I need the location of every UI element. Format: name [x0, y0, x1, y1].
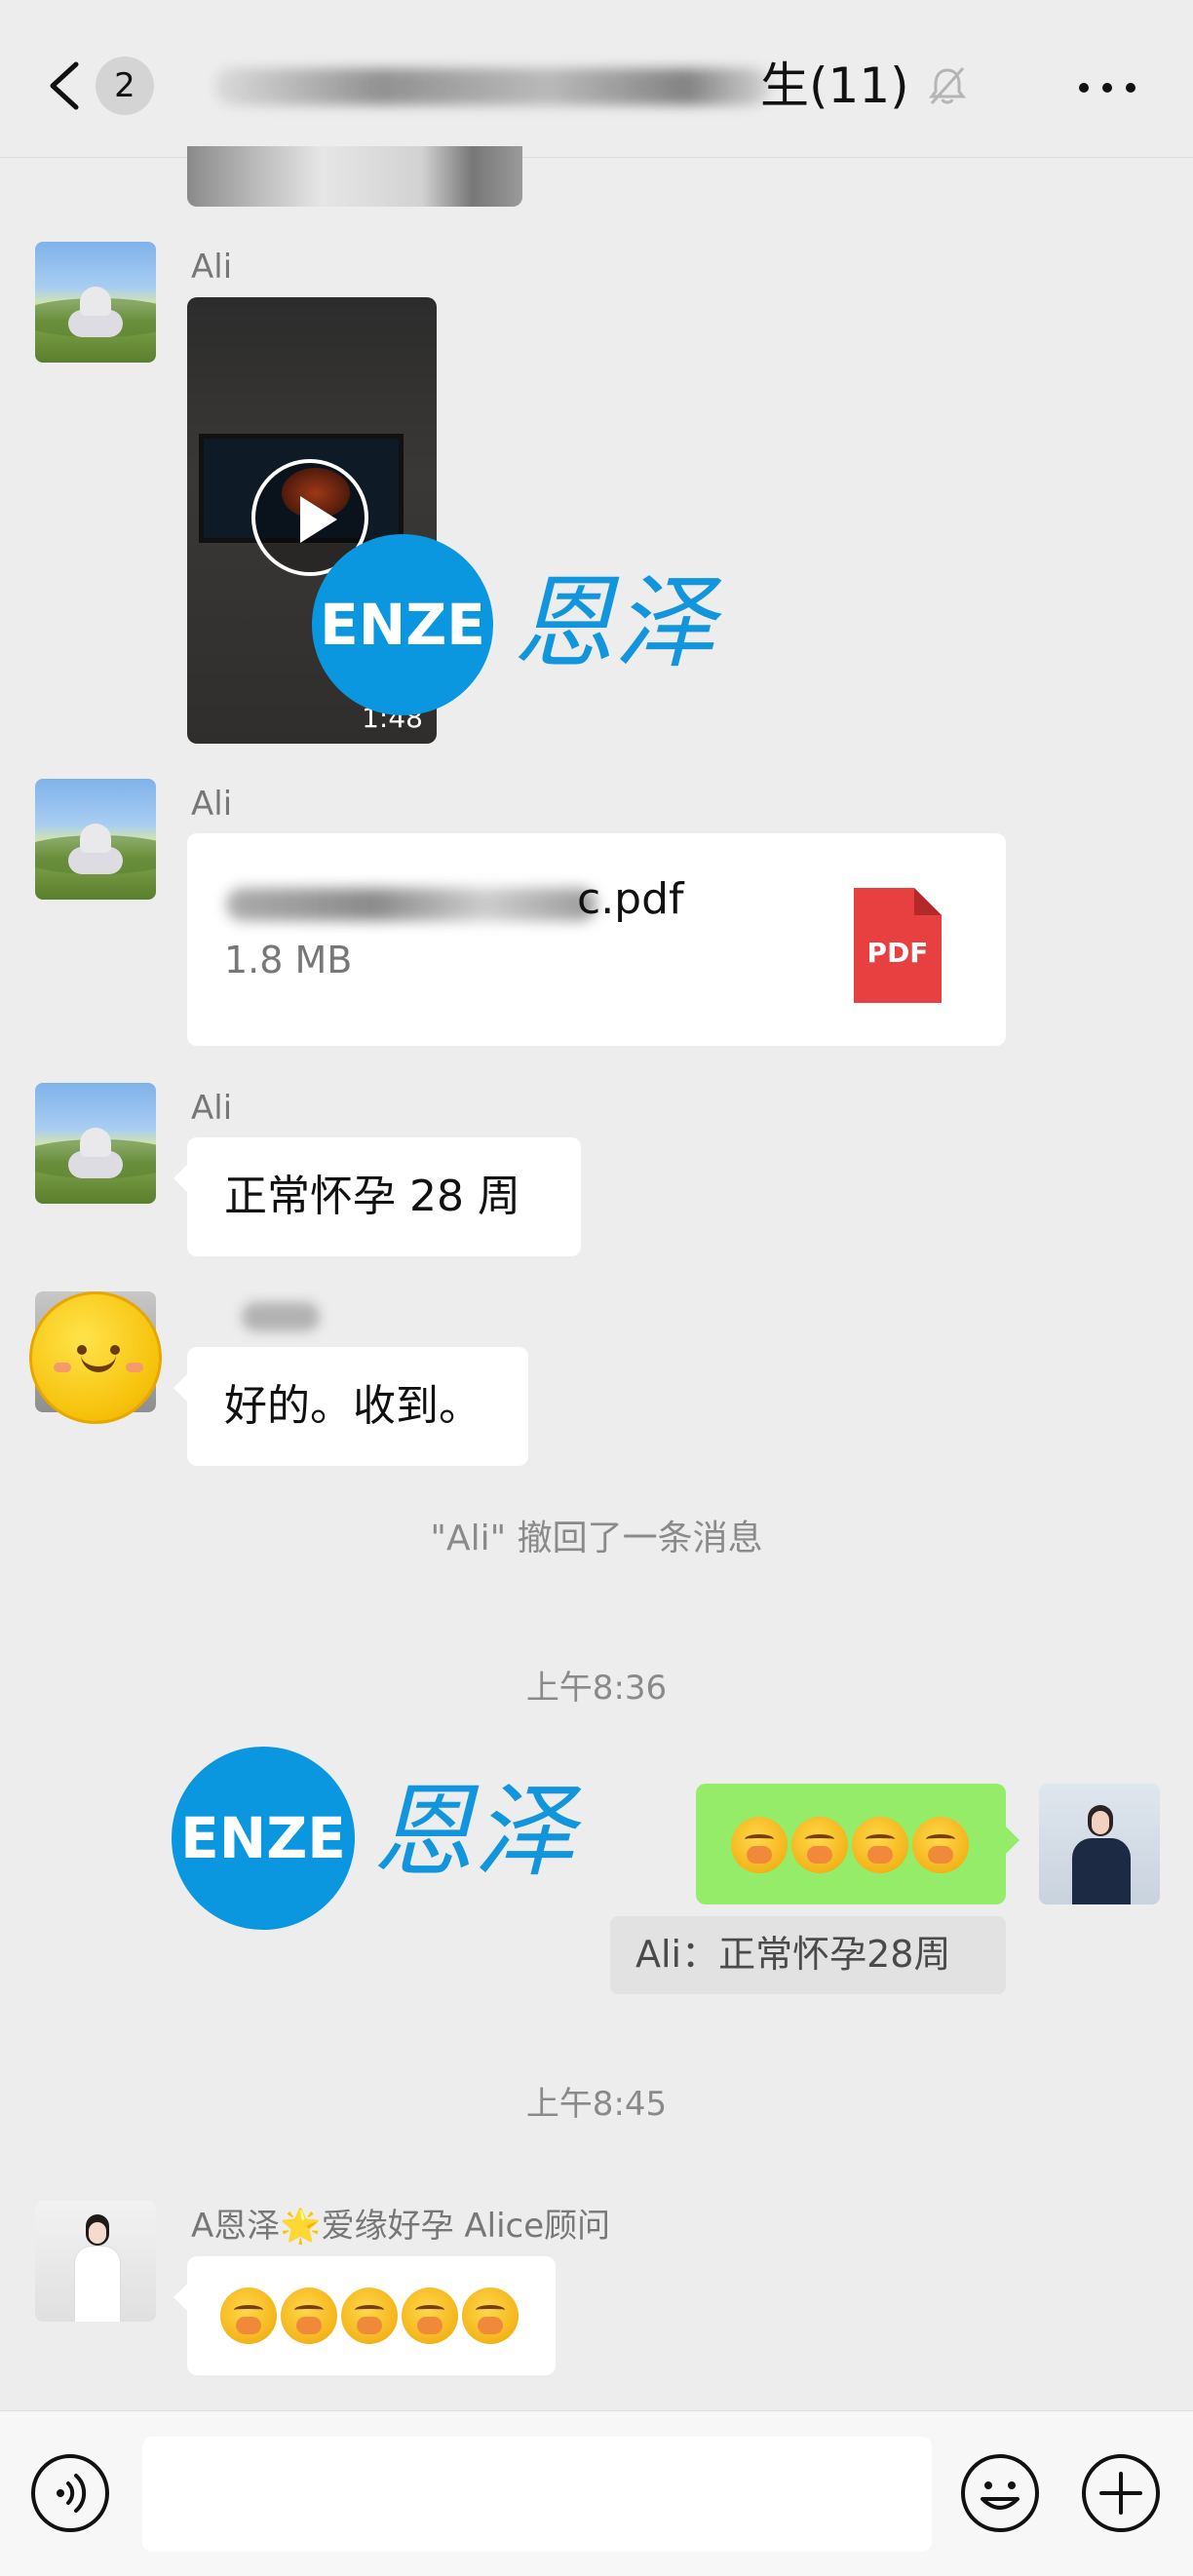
input-bar: [0, 2410, 1193, 2576]
sender-name: Ali: [191, 1089, 233, 1128]
message-input[interactable]: [142, 2437, 932, 2552]
image-message-partial[interactable]: [187, 146, 522, 207]
file-message[interactable]: c.pdf 1.8 MB PDF: [187, 833, 1006, 1046]
avatar-ali[interactable]: [35, 779, 156, 900]
shy-face-emoji-icon: [220, 2288, 277, 2344]
shy-face-emoji-icon: [912, 1817, 969, 1873]
avatar-ali[interactable]: [35, 242, 156, 363]
chat-header: 2 生(11): [0, 0, 1193, 158]
avatar-ali[interactable]: [35, 1083, 156, 1204]
chat-title-text: 生(11): [760, 58, 909, 114]
own-message-bubble[interactable]: [696, 1784, 1020, 1904]
bell-muted-icon: [928, 67, 967, 104]
sender-name: A恩泽🌟爱缘好孕 Alice顾问: [191, 2207, 611, 2246]
quoted-message[interactable]: Ali：正常怀孕28周: [610, 1916, 1006, 1994]
plus-icon[interactable]: [1080, 2452, 1162, 2534]
shy-face-emoji-icon: [852, 1817, 908, 1873]
timestamp: 上午8:36: [525, 1669, 668, 1708]
emoji-icon[interactable]: [959, 2452, 1041, 2534]
message-bubble[interactable]: 正常怀孕 28 周: [173, 1137, 581, 1256]
shy-face-emoji-icon: [281, 2288, 337, 2344]
emoji-row: [731, 1817, 969, 1873]
shy-face-emoji-icon: [731, 1817, 788, 1873]
avatar-self[interactable]: [1039, 1784, 1160, 1904]
enze-cn-watermark: 恩泽: [513, 563, 716, 682]
shy-face-emoji-icon: [791, 1817, 848, 1873]
message-text: 正常怀孕 28 周: [224, 1172, 520, 1221]
chevron-left-icon[interactable]: [47, 60, 82, 111]
message-bubble[interactable]: [173, 2256, 556, 2375]
quote-text: Ali：正常怀孕28周: [635, 1933, 951, 1976]
more-dots-icon[interactable]: [1078, 82, 1136, 94]
shy-face-emoji-icon: [341, 2288, 398, 2344]
enze-logo-watermark: ENZE: [312, 534, 493, 715]
smiley-sticker-icon: [29, 1291, 162, 1424]
sender-name: Ali: [191, 785, 233, 824]
recall-notice: "Ali" 撤回了一条消息: [430, 1519, 763, 1558]
unread-count-badge[interactable]: 2: [96, 57, 154, 115]
sender-name-redacted: [242, 1302, 320, 1331]
sender-name: Ali: [191, 248, 233, 287]
shy-face-emoji-icon: [402, 2288, 458, 2344]
file-size: 1.8 MB: [224, 939, 353, 981]
timestamp: 上午8:45: [525, 2085, 668, 2124]
message-bubble[interactable]: 好的。收到。: [173, 1347, 528, 1466]
voice-icon[interactable]: [29, 2452, 111, 2534]
pdf-label: PDF: [866, 937, 929, 969]
enze-logo-watermark: ENZE: [172, 1747, 355, 1930]
file-name-redacted: [226, 888, 596, 921]
title-redacted: [214, 68, 770, 105]
emoji-row: [220, 2288, 519, 2344]
enze-cn-watermark: 恩泽: [372, 1772, 576, 1891]
chat-title[interactable]: 生(11): [195, 47, 916, 125]
shy-face-emoji-icon: [462, 2288, 519, 2344]
message-text: 好的。收到。: [224, 1381, 481, 1431]
file-name: c.pdf: [577, 874, 684, 924]
avatar-alice[interactable]: [35, 2201, 156, 2322]
